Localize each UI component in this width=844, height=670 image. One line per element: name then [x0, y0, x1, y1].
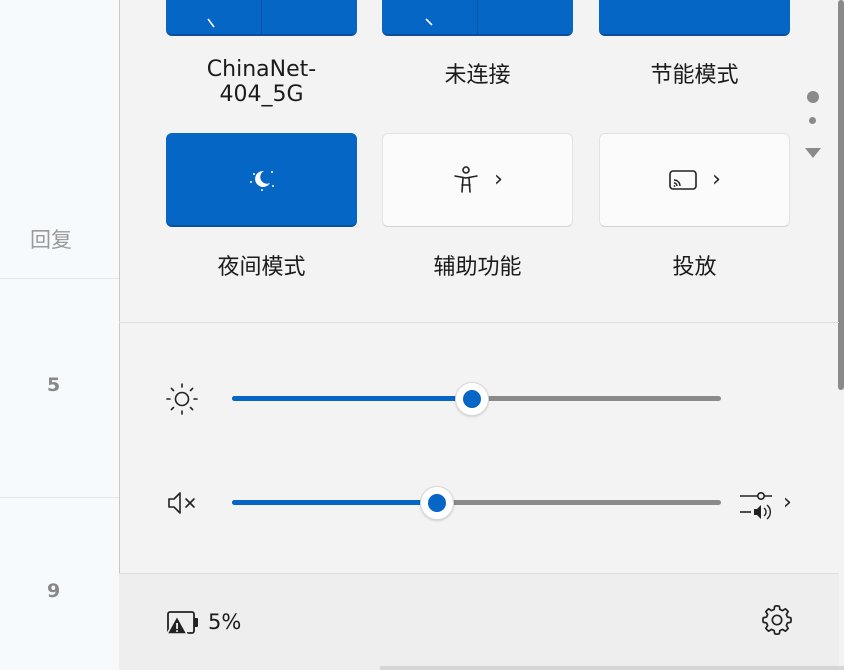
audio-mixer-icon — [740, 492, 772, 520]
brightness-icon — [166, 383, 198, 415]
row-divider — [0, 278, 120, 279]
accessibility-tile[interactable]: › — [382, 133, 573, 227]
brightness-slider-row — [165, 378, 805, 418]
tile-label-bluetooth: 未连接 — [444, 63, 511, 88]
brightness-slider-thumb[interactable] — [454, 382, 489, 416]
wifi-icon — [207, 18, 215, 28]
page-down-arrow-icon[interactable] — [804, 147, 822, 159]
battery-warning-icon[interactable] — [166, 607, 202, 639]
taskbar-edge — [380, 666, 844, 670]
night-light-tile[interactable] — [166, 133, 357, 227]
volume-slider-row: › — [165, 482, 805, 522]
page-dot[interactable] — [809, 117, 816, 124]
accessibility-icon — [454, 166, 478, 193]
cast-icon — [669, 170, 697, 190]
tile-split-divider — [477, 0, 478, 34]
chevron-right-icon: › — [494, 167, 503, 192]
tile-label-accessibility: 辅助功能 — [433, 255, 522, 280]
brightness-slider-fill — [232, 396, 472, 401]
reply-column-header: 回复 — [30, 228, 72, 252]
footer-divider — [119, 573, 839, 574]
volume-slider-fill — [232, 500, 438, 505]
chevron-right-icon: › — [783, 490, 792, 515]
bluetooth-tile[interactable] — [382, 0, 573, 36]
tile-label-cast: 投放 — [672, 255, 717, 280]
tile-label-night-light: 夜间模式 — [217, 255, 306, 280]
volume-muted-icon[interactable] — [165, 486, 199, 520]
tile-split-divider — [261, 0, 262, 34]
bluetooth-icon — [425, 18, 433, 26]
reply-count: 9 — [47, 580, 61, 602]
chevron-right-icon: › — [712, 167, 721, 192]
battery-percent[interactable]: 5% — [208, 610, 241, 634]
brightness-slider-track[interactable] — [232, 382, 721, 416]
audio-output-button[interactable]: › — [739, 486, 792, 520]
section-divider — [119, 322, 839, 323]
row-divider — [0, 497, 120, 498]
tile-label-wifi: ChinaNet-404_5G — [206, 57, 317, 107]
night-light-icon — [249, 170, 274, 191]
panel-scrollbar[interactable] — [838, 0, 844, 390]
gear-icon[interactable] — [760, 603, 794, 637]
background-app: 回复 5 9 — [0, 0, 120, 670]
reply-count: 5 — [47, 374, 61, 396]
battery-saver-tile[interactable] — [599, 0, 790, 36]
volume-slider-track[interactable] — [232, 486, 721, 520]
volume-slider-thumb[interactable] — [420, 486, 455, 520]
page-dot-active[interactable] — [807, 91, 819, 103]
cast-tile[interactable]: › — [599, 133, 790, 227]
wifi-tile[interactable] — [166, 0, 357, 36]
tile-label-battery-saver: 节能模式 — [650, 63, 739, 88]
